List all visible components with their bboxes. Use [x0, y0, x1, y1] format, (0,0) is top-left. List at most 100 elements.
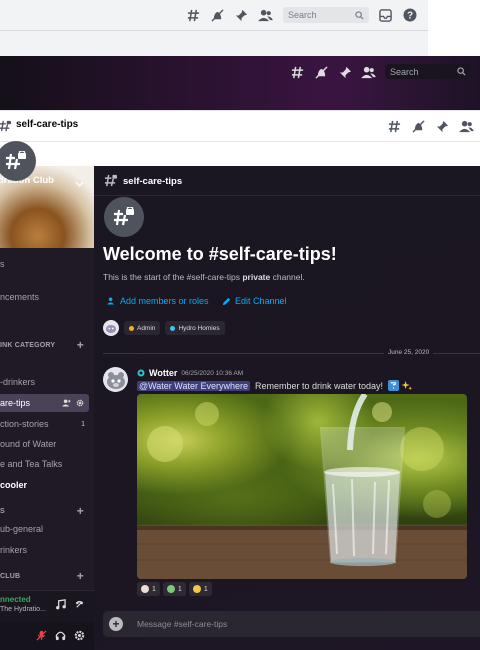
- edit-channel-label: Edit Channel: [235, 296, 287, 306]
- bot-badge-icon: [137, 369, 145, 377]
- sidebar-item-label: are-tips: [0, 398, 31, 408]
- reaction-list: 1 1 1: [137, 582, 212, 596]
- sidebar-category[interactable]: S +: [0, 502, 94, 520]
- voice-channel-name[interactable]: The Hydratio...: [0, 606, 46, 613]
- help-icon[interactable]: ?: [402, 7, 417, 22]
- attached-image[interactable]: [137, 394, 467, 579]
- role-list: Admin Hydro Homies: [103, 320, 225, 336]
- top-toolbar: Search ?: [0, 0, 428, 56]
- sidebar-item[interactable]: e and Tea Talks: [0, 455, 94, 473]
- sidebar-item[interactable]: cooler: [0, 476, 94, 494]
- headphones-icon[interactable]: [55, 630, 66, 641]
- edit-channel-button[interactable]: Edit Channel: [222, 296, 287, 306]
- sidebar-item[interactable]: ction-stories 1: [0, 415, 94, 433]
- divider: [0, 141, 480, 142]
- sidebar-item-selected[interactable]: are-tips: [0, 394, 89, 412]
- thinking-emoji-icon: [192, 585, 201, 593]
- reaction-button[interactable]: 1: [162, 582, 186, 596]
- welcome-subtitle-text: channel.: [270, 272, 305, 282]
- reaction-count: 1: [152, 585, 156, 593]
- sidebar-category[interactable]: CLUB +: [0, 567, 94, 585]
- search-input[interactable]: Search: [385, 64, 471, 79]
- add-member-icon: [107, 297, 116, 305]
- tea-emoji-icon: [166, 585, 175, 593]
- chat-area: self-care-tips Welcome to #self-care-tip…: [94, 166, 480, 650]
- sidebar-item[interactable]: ound of Water: [0, 435, 94, 453]
- role-color-dot: [170, 325, 176, 331]
- sidebar-item[interactable]: -drinkers: [0, 373, 94, 391]
- sidebar-item[interactable]: rinkers: [0, 541, 94, 559]
- message-header: Wotter 06/25/2020 10:36 AM: [137, 368, 243, 378]
- pin-icon[interactable]: [338, 65, 352, 79]
- add-members-label: Add members or roles: [120, 296, 209, 306]
- role-color-dot: [129, 325, 134, 331]
- add-attachment-icon[interactable]: +: [109, 617, 123, 631]
- members-icon[interactable]: [459, 119, 474, 133]
- reaction-button[interactable]: 1: [188, 582, 212, 596]
- mute-icon[interactable]: [314, 65, 328, 79]
- sidebar-item-label: s: [0, 259, 5, 269]
- avatar[interactable]: [103, 367, 128, 392]
- threads-icon[interactable]: [186, 8, 200, 22]
- mute-icon[interactable]: [210, 8, 224, 22]
- water-glass-image: [137, 394, 467, 579]
- invite-icon[interactable]: [62, 399, 71, 407]
- gear-icon[interactable]: [74, 630, 85, 641]
- sidebar-item-label: rinkers: [0, 545, 28, 555]
- welcome-subtitle: This is the start of the #self-care-tips…: [103, 272, 305, 282]
- pin-icon[interactable]: [435, 119, 449, 133]
- welcome-title: Welcome to #self-care-tips!: [103, 244, 337, 264]
- sidebar-category[interactable]: INK CATEGORY +: [0, 336, 94, 354]
- user-mention[interactable]: @Water Water Everywhere: [137, 380, 250, 391]
- threads-icon[interactable]: [387, 119, 401, 133]
- role-pill-admin[interactable]: Admin: [124, 321, 161, 335]
- role-name: Hydro Homies: [178, 324, 220, 332]
- add-members-button[interactable]: Add members or roles: [107, 296, 209, 306]
- chevron-down-icon[interactable]: [75, 175, 84, 193]
- channel-title: self-care-tips: [123, 176, 183, 187]
- members-icon[interactable]: [258, 8, 273, 22]
- sidebar-item-label: ound of Water: [0, 439, 57, 449]
- private-channel-icon: [0, 119, 12, 133]
- sparkles-emoji-icon: [401, 380, 413, 391]
- sidebar-item-label: ncements: [0, 292, 40, 302]
- unread-badge: 1: [81, 420, 85, 428]
- search-input[interactable]: Search: [283, 7, 369, 23]
- reaction-count: 1: [177, 585, 182, 593]
- sidebar-item-label: cooler: [0, 480, 28, 490]
- members-icon[interactable]: [361, 65, 376, 79]
- pin-icon[interactable]: [234, 8, 248, 22]
- message-input[interactable]: + Message #self-care-tips: [103, 611, 480, 637]
- welcome-subtitle-bold: private: [242, 272, 271, 282]
- date-divider-label: June 25, 2020: [384, 349, 434, 356]
- private-channel-icon: [104, 174, 117, 187]
- reaction-count: 1: [203, 585, 208, 593]
- gear-icon[interactable]: [76, 399, 84, 407]
- pencil-icon: [222, 297, 231, 306]
- music-icon[interactable]: [55, 599, 66, 610]
- threads-icon[interactable]: [290, 65, 304, 79]
- channel-header: self-care-tips: [94, 166, 480, 196]
- sidebar-item-label: ub-general: [0, 524, 44, 534]
- sidebar-item[interactable]: ncements: [0, 288, 94, 306]
- inbox-icon[interactable]: [378, 8, 392, 22]
- disconnect-icon[interactable]: [74, 599, 85, 610]
- mute-icon[interactable]: [411, 119, 425, 133]
- add-channel-icon[interactable]: +: [77, 338, 84, 352]
- reaction-button[interactable]: 1: [137, 582, 160, 596]
- message-author[interactable]: Wotter: [149, 368, 177, 378]
- add-channel-icon[interactable]: +: [77, 569, 84, 583]
- svg-text:?: ?: [406, 10, 412, 21]
- sidebar-item[interactable]: ub-general: [0, 520, 94, 538]
- voice-status: nnected: [0, 595, 31, 604]
- sidebar-item[interactable]: s: [0, 255, 94, 273]
- user-panel: [0, 622, 94, 650]
- dark-toolbar: Search: [0, 56, 480, 110]
- message-input-placeholder: Message #self-care-tips: [137, 619, 228, 629]
- mic-muted-icon[interactable]: [36, 630, 47, 641]
- category-label: INK CATEGORY: [0, 341, 56, 349]
- search-icon: [355, 10, 364, 20]
- role-pill-hydro-homies[interactable]: Hydro Homies: [165, 321, 225, 335]
- add-channel-icon[interactable]: +: [77, 504, 84, 518]
- role-avatar[interactable]: [103, 320, 119, 336]
